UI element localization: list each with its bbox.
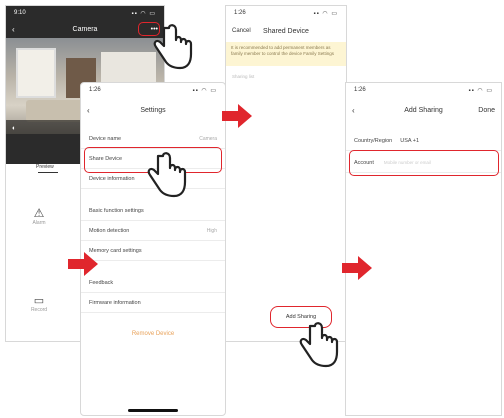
grid-item-record[interactable]: ▭ Record (24, 294, 54, 313)
status-bar: 1:26 ▪▪ ◠ ▭ (346, 83, 501, 97)
settings-row-firmware[interactable]: Firmware information (81, 293, 225, 313)
signal-icon: ▪▪ ◠ ▭ (192, 87, 217, 94)
signal-icon: ▪▪ ◠ ▭ (131, 10, 156, 17)
home-indicator (128, 409, 178, 412)
settings-row-basic-function[interactable]: Basic function settings (81, 201, 225, 221)
signal-icon: ▪▪ ◠ ▭ (468, 87, 493, 94)
settings-row-memory-card[interactable]: Memory card settings (81, 241, 225, 261)
back-icon[interactable]: ‹ (352, 106, 355, 115)
arrow-right-2 (222, 104, 252, 128)
grid-item-alarm[interactable]: ⚠ Alarm (24, 206, 54, 226)
speaker-icon[interactable]: ◐ (12, 125, 16, 132)
hand-pointer-icon (299, 322, 339, 368)
back-icon[interactable]: ‹ (87, 106, 90, 115)
country-region-row[interactable]: Country/Region USA +1 (346, 131, 501, 151)
video-icon: ▭ (33, 295, 45, 307)
grid-item-label: Alarm (32, 220, 46, 226)
arrow-right-3 (342, 256, 372, 280)
hand-pointer-icon (147, 152, 187, 198)
done-button[interactable]: Done (478, 107, 495, 114)
status-bar: 1:26 ▪▪ ◠ ▭ (81, 83, 225, 97)
country-value: USA +1 (400, 137, 420, 144)
hand-pointer-icon (153, 24, 193, 70)
status-time: 1:26 (234, 10, 246, 16)
signal-icon: ▪▪ ◠ ▭ (313, 10, 338, 17)
settings-screen: 1:26 ▪▪ ◠ ▭ ‹ Settings Device name Camera… (80, 82, 226, 416)
page-title: Settings (140, 106, 166, 114)
settings-row-device-name[interactable]: Device name Camera (81, 129, 225, 149)
settings-header: ‹ Settings (81, 101, 225, 119)
add-sharing-screen: 1:26 ▪▪ ◠ ▭ ‹ Add Sharing Done Country/R… (345, 82, 502, 416)
tab-preview[interactable]: Preview (36, 164, 54, 170)
page-title: Add Sharing (404, 106, 443, 114)
status-time: 1:26 (354, 87, 366, 93)
status-time: 1:26 (89, 87, 101, 93)
add-sharing-header: ‹ Add Sharing Done (346, 101, 501, 119)
shared-header: Cancel Shared Device (226, 22, 346, 40)
settings-row-motion-detection[interactable]: Motion detection High (81, 221, 225, 241)
siren-icon: ⚠ (33, 206, 45, 220)
status-bar: 9:10 ▪▪ ◠ ▭ (6, 6, 164, 20)
family-notice: It is recommended to add permanent membe… (226, 42, 346, 66)
page-title: Shared Device (263, 27, 309, 35)
cancel-button[interactable]: Cancel (232, 28, 251, 34)
status-bar: 1:26 ▪▪ ◠ ▭ (226, 6, 346, 20)
arrow-right-1 (68, 252, 98, 276)
settings-row-feedback[interactable]: Feedback (81, 273, 225, 293)
grid-item-label: Record (30, 307, 48, 313)
status-time: 9:10 (14, 10, 26, 16)
page-title: Camera (72, 25, 98, 33)
highlight-account (349, 150, 499, 176)
back-icon[interactable]: ‹ (12, 25, 15, 34)
shared-device-screen: 1:26 ▪▪ ◠ ▭ Cancel Shared Device It is r… (225, 5, 347, 342)
remove-device-button[interactable]: Remove Device (81, 331, 225, 337)
sharing-list-label: Sharing list (232, 74, 255, 79)
country-label: Country/Region (354, 137, 393, 144)
